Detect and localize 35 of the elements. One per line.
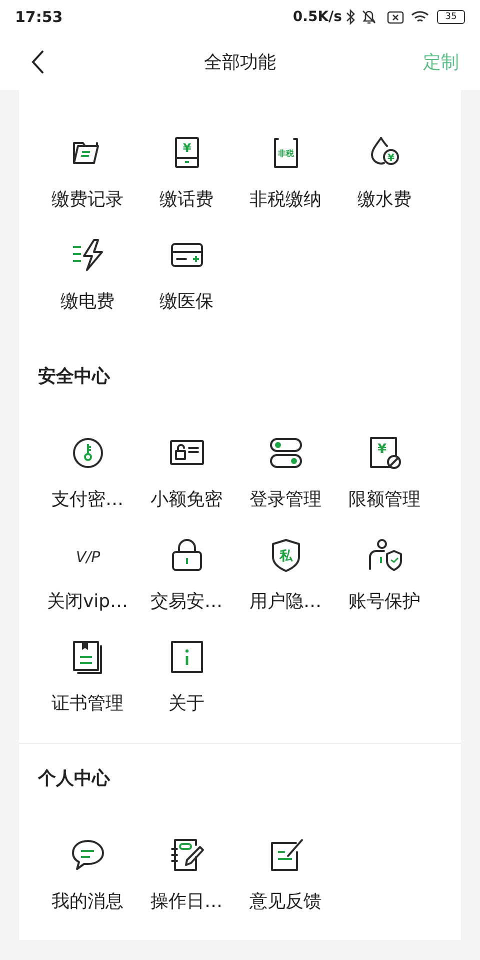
feature-item[interactable]: 私 用户隐… bbox=[236, 520, 335, 622]
notebook-icon bbox=[168, 837, 204, 873]
feature-item[interactable]: 支付密… bbox=[38, 418, 137, 520]
chat-icon bbox=[70, 837, 106, 873]
feature-item[interactable]: 非税 非税缴纳 bbox=[236, 118, 335, 220]
feature-item[interactable]: 操作日… bbox=[137, 820, 236, 922]
network-speed: 0.5K/s bbox=[292, 8, 342, 26]
feature-item[interactable]: ¥ 缴话费 bbox=[137, 118, 236, 220]
feature-item[interactable]: 意见反馈 bbox=[236, 820, 335, 922]
feature-item[interactable]: 我的消息 bbox=[38, 820, 137, 922]
wifi-icon bbox=[411, 10, 429, 24]
info-icon bbox=[168, 639, 204, 675]
toggle-icon bbox=[268, 435, 304, 471]
feature-item[interactable]: 交易安… bbox=[137, 520, 236, 622]
feature-item[interactable]: 证书管理 bbox=[38, 622, 137, 724]
person-shield-icon bbox=[366, 537, 402, 573]
feature-item[interactable]: 缴电费 bbox=[38, 220, 137, 322]
vip-icon: V/P bbox=[70, 537, 106, 573]
page-title: 全部功能 bbox=[204, 50, 276, 74]
sim-icon bbox=[387, 10, 404, 24]
status-time: 17:53 bbox=[15, 6, 63, 28]
feature-item[interactable]: 登录管理 bbox=[236, 418, 335, 520]
bell-off-icon bbox=[361, 9, 377, 25]
feature-item[interactable]: 账号保护 bbox=[335, 520, 434, 622]
feature-item[interactable]: V/P 关闭vip… bbox=[38, 520, 137, 622]
feature-item[interactable]: 缴医保 bbox=[137, 220, 236, 322]
section-title: 个人中心 bbox=[38, 768, 110, 789]
feature-item[interactable]: 关于 bbox=[137, 622, 236, 724]
battery-indicator: 35 bbox=[437, 10, 465, 24]
feature-item[interactable]: ¥ 缴水费 bbox=[335, 118, 434, 220]
feature-item[interactable]: 小额免密 bbox=[137, 418, 236, 520]
bluetooth-icon bbox=[346, 9, 355, 25]
section-title: 安全中心 bbox=[38, 366, 110, 387]
feature-item[interactable]: 缴费记录 bbox=[38, 118, 137, 220]
feature-item[interactable]: ¥ 限额管理 bbox=[335, 418, 434, 520]
